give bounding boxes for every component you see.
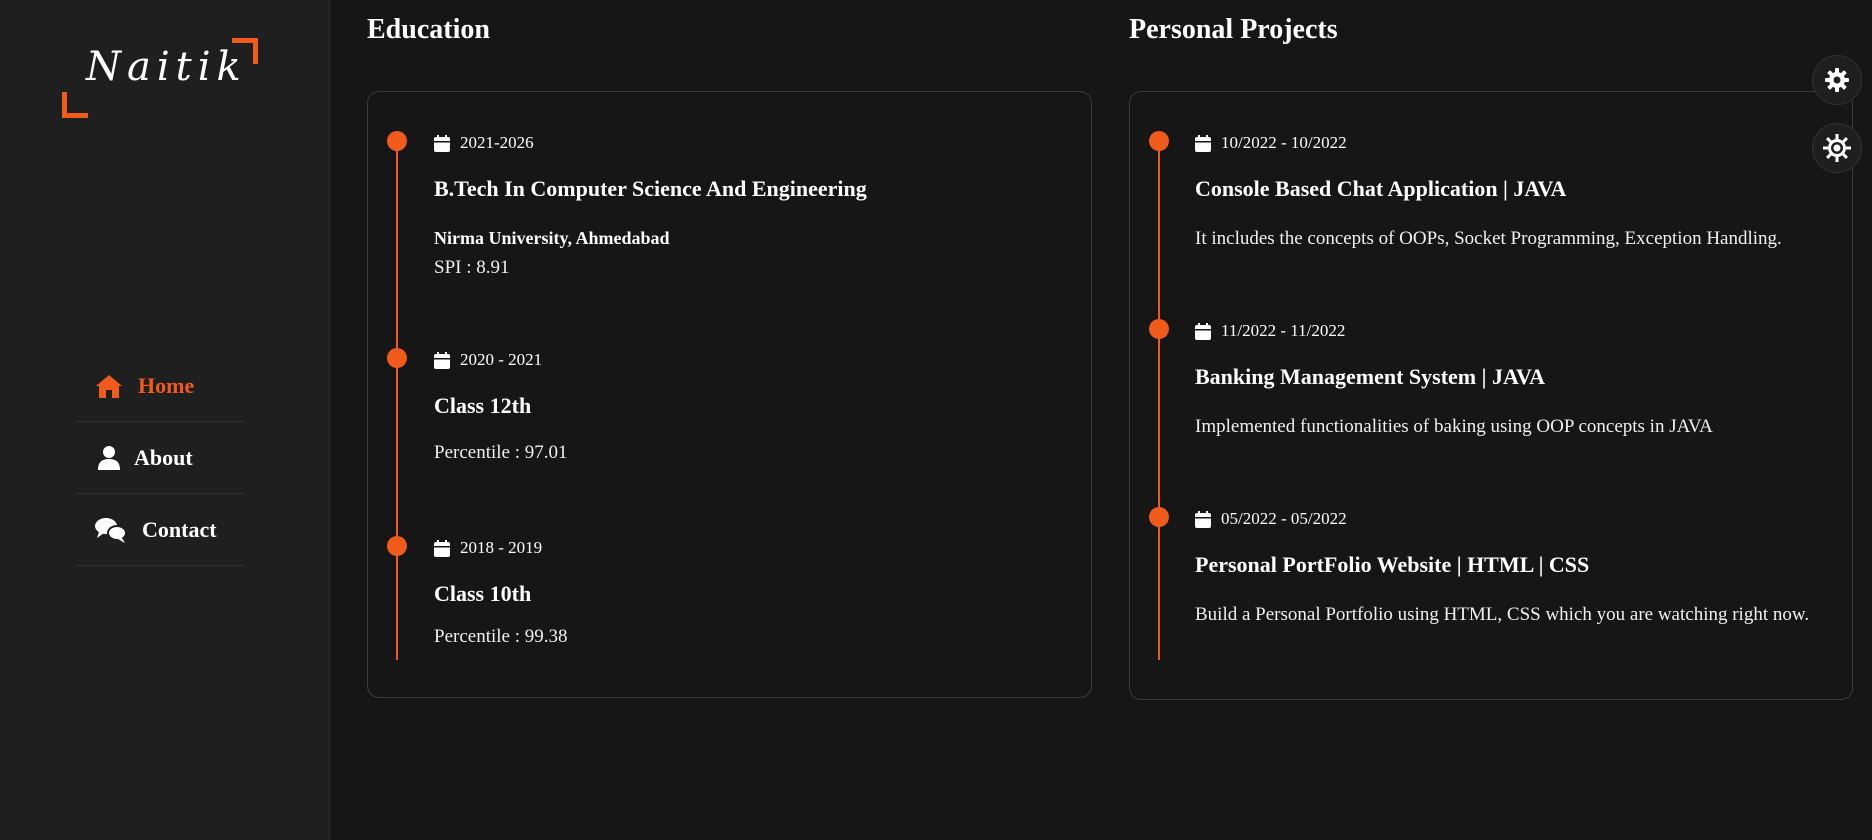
logo-corner-bottom-left	[62, 92, 88, 118]
date-text: 11/2022 - 11/2022	[1221, 321, 1346, 340]
timeline-dot	[1149, 507, 1169, 527]
timeline-dot	[387, 348, 407, 368]
date-text: 2018 - 2019	[460, 538, 543, 557]
gear-icon	[1825, 68, 1849, 92]
entry-subtitle: Nirma University, Ahmedabad	[434, 228, 670, 248]
timeline-line	[396, 140, 398, 660]
timeline-dot	[387, 131, 407, 151]
calendar-icon	[434, 539, 450, 557]
nav-label-home: Home	[138, 372, 195, 398]
calendar-icon	[434, 134, 450, 152]
entry-title: Class 10th	[434, 581, 532, 606]
entry-text: Percentile : 97.01	[434, 442, 568, 463]
education-card: 2021-2026 B.Tech In Computer Science And…	[367, 91, 1092, 698]
nav-label-about: About	[134, 444, 193, 470]
entry-text: Build a Personal Portfolio using HTML, C…	[1195, 604, 1810, 625]
user-icon	[94, 443, 124, 473]
entry-date: 05/2022 - 05/2022	[1195, 509, 1347, 529]
nav-item-contact[interactable]: Contact	[76, 494, 244, 566]
entry-title: Console Based Chat Application | JAVA	[1195, 176, 1567, 201]
entry-title: Personal PortFolio Website | HTML | CSS	[1195, 552, 1590, 577]
chat-icon	[94, 515, 128, 545]
entry-text: It includes the concepts of OOPs, Socket…	[1195, 228, 1782, 249]
entry-text: Percentile : 99.38	[434, 626, 568, 647]
timeline-dot	[1149, 131, 1169, 151]
projects-card: 10/2022 - 10/2022 Console Based Chat App…	[1129, 91, 1853, 700]
calendar-icon	[1195, 134, 1211, 152]
logo[interactable]: Naitik	[62, 38, 258, 118]
settings-button[interactable]	[1812, 55, 1862, 105]
entry-date: 2021-2026	[434, 133, 534, 153]
education-title: Education	[367, 14, 490, 45]
projects-title: Personal Projects	[1129, 14, 1338, 45]
entry-date: 2020 - 2021	[434, 350, 542, 370]
logo-text: Naitik	[86, 44, 247, 90]
timeline-dot	[1149, 319, 1169, 339]
entry-date: 10/2022 - 10/2022	[1195, 133, 1347, 153]
home-icon	[94, 371, 124, 401]
nav-label-contact: Contact	[142, 516, 217, 542]
calendar-icon	[1195, 322, 1211, 340]
entry-title: B.Tech In Computer Science And Engineeri…	[434, 176, 867, 201]
nav-item-about[interactable]: About	[76, 422, 244, 494]
date-text: 10/2022 - 10/2022	[1221, 133, 1347, 152]
entry-text: SPI : 8.91	[434, 257, 510, 278]
entry-date: 2018 - 2019	[434, 538, 542, 558]
entry-title: Banking Management System | JAVA	[1195, 364, 1545, 389]
date-text: 05/2022 - 05/2022	[1221, 509, 1347, 528]
calendar-icon	[1195, 510, 1211, 528]
entry-text: Implemented functionalities of baking us…	[1195, 416, 1713, 437]
nav-item-home[interactable]: Home	[76, 350, 244, 422]
timeline-line	[1158, 140, 1160, 660]
theme-icon	[1823, 134, 1851, 162]
entry-title: Class 12th	[434, 393, 532, 418]
entry-date: 11/2022 - 11/2022	[1195, 321, 1345, 341]
main-nav: Home About Contact	[76, 350, 244, 566]
calendar-icon	[434, 351, 450, 369]
theme-toggle-button[interactable]	[1812, 123, 1862, 173]
sidebar: Naitik Home About Contact	[0, 0, 330, 840]
date-text: 2021-2026	[460, 133, 534, 152]
date-text: 2020 - 2021	[460, 350, 543, 369]
timeline-dot	[387, 536, 407, 556]
